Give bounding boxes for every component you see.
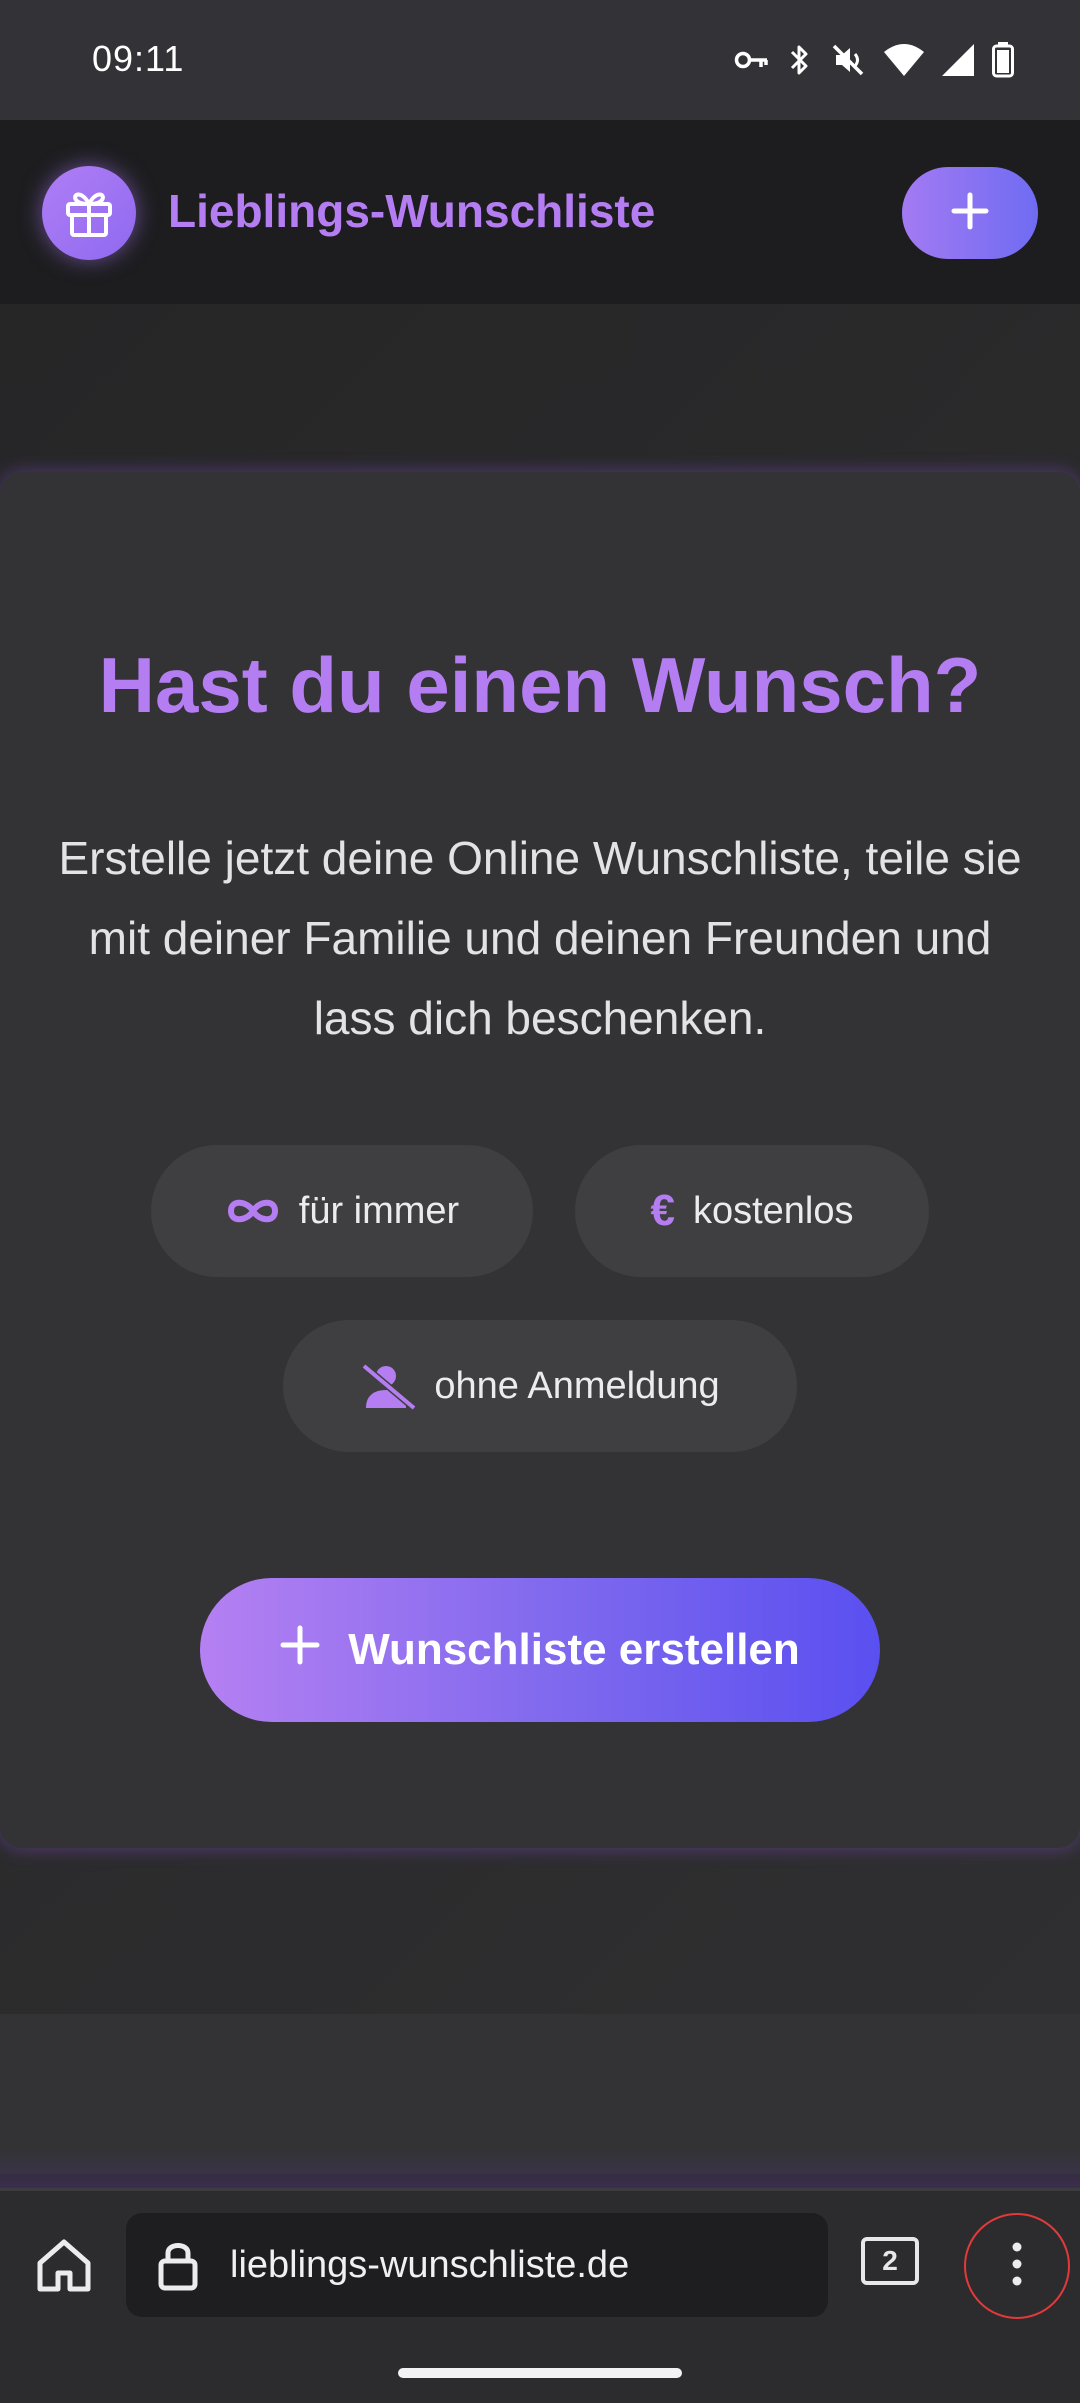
- tab-count: 2: [861, 2237, 919, 2285]
- section-glow: [0, 2150, 1080, 2190]
- euro-icon: €: [650, 1186, 675, 1235]
- more-vert-icon: [1011, 2241, 1023, 2292]
- feature-pill-no-login: ohne Anmeldung: [283, 1320, 797, 1452]
- app-header: Lieblings-Wunschliste: [0, 120, 1080, 304]
- battery-icon: [992, 42, 1014, 78]
- plus-icon: [280, 1625, 320, 1676]
- bluetooth-icon: [788, 42, 812, 78]
- status-bar: 09:11: [0, 0, 1080, 120]
- header-add-button[interactable]: [902, 167, 1038, 259]
- gesture-handle[interactable]: [398, 2368, 682, 2378]
- vpn-key-icon: [734, 48, 770, 72]
- feature-label: für immer: [298, 1189, 460, 1232]
- tabs-button[interactable]: 2: [860, 2231, 920, 2291]
- feature-label: ohne Anmeldung: [434, 1364, 720, 1407]
- no-user-icon: [360, 1362, 417, 1410]
- status-icons: [734, 38, 1014, 82]
- home-icon: [34, 2237, 94, 2298]
- create-wishlist-button[interactable]: Wunschliste erstellen: [200, 1578, 880, 1722]
- create-wishlist-label: Wunschliste erstellen: [348, 1625, 800, 1674]
- mute-icon: [830, 42, 866, 78]
- status-time: 09:11: [92, 38, 185, 79]
- feature-pill-forever: für immer: [151, 1145, 533, 1277]
- signal-icon: [942, 44, 974, 76]
- feature-pill-free: € kostenlos: [575, 1145, 929, 1277]
- hero-title: Hast du einen Wunsch?: [98, 641, 982, 729]
- wifi-icon: [884, 44, 924, 76]
- app-title[interactable]: Lieblings-Wunschliste: [168, 184, 655, 238]
- plus-icon: [950, 191, 990, 236]
- gift-icon[interactable]: [42, 166, 136, 260]
- url-field[interactable]: lieblings-wunschliste.de: [126, 2213, 828, 2317]
- more-options-button[interactable]: [964, 2213, 1070, 2319]
- infinity-icon: [225, 1195, 281, 1227]
- feature-label: kostenlos: [692, 1189, 854, 1232]
- home-button[interactable]: [28, 2231, 100, 2303]
- hero-description: Erstelle jetzt deine Online Wunschliste,…: [58, 832, 1022, 1044]
- lock-icon[interactable]: [154, 2235, 202, 2295]
- url-text: lieblings-wunschliste.de: [230, 2243, 630, 2286]
